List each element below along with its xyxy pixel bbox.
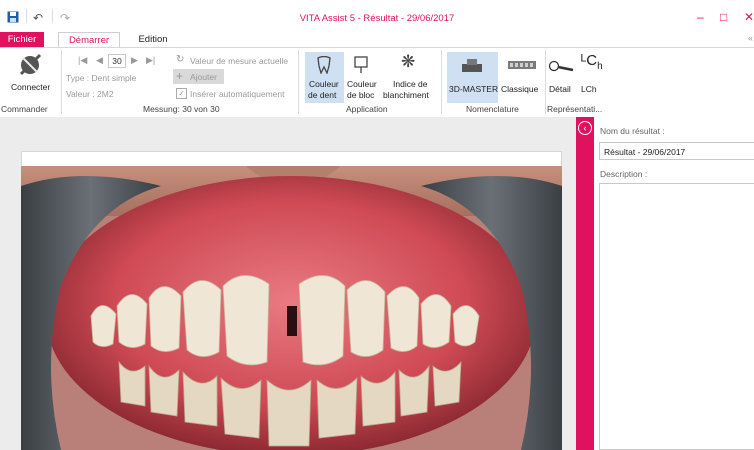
classic-guide-icon (508, 61, 536, 69)
measurement-counter[interactable]: 30 (108, 54, 126, 68)
group-label-messung: Messung: 30 von 30 (143, 104, 220, 114)
add-label: Ajouter (190, 72, 217, 82)
ribbon-separator (441, 50, 442, 114)
result-name-label: Nom du résultat : (600, 126, 665, 136)
group-label-application: Application (346, 104, 388, 114)
shade-guide-icon (462, 59, 482, 72)
window-title: VITA Assist 5 - Résultat - 29/06/2017 (299, 13, 455, 24)
group-label-commander: Commander (1, 104, 48, 114)
result-name-field[interactable]: Résultat - 29/06/2017 (599, 142, 754, 160)
maximize-button[interactable]: □ (720, 10, 727, 24)
ribbon-separator (298, 50, 299, 114)
tab-demarrer[interactable]: Démarrer (58, 32, 120, 47)
classic-button[interactable]: Classique (500, 52, 544, 103)
auto-insert-checkbox[interactable]: ✓ (176, 88, 187, 99)
whitening-index-button[interactable]: ❋ Indice de blanchiment (381, 52, 437, 103)
connect-button[interactable]: Connecter (2, 52, 58, 92)
whitening-index-label-2: blanchiment (383, 90, 429, 100)
first-icon[interactable]: |◀ (78, 55, 87, 66)
last-icon[interactable]: ▶| (146, 55, 155, 66)
dental-photo[interactable] (21, 166, 562, 450)
panel-toggle-bar (576, 117, 594, 450)
ribbon-separator (61, 50, 62, 114)
plus-icon: + (176, 69, 184, 83)
tab-edition[interactable]: Edition (130, 32, 176, 47)
group-label-representation: Représentati... (547, 104, 603, 114)
add-button[interactable]: + Ajouter (173, 69, 224, 84)
group-label-nomenclature: Nomenclature (466, 104, 519, 114)
3d-master-label: 3D-MASTER (449, 84, 499, 94)
result-name-value: Résultat - 29/06/2017 (604, 147, 686, 157)
whitening-index-label-1: Indice de (393, 79, 428, 89)
collapse-panel-icon[interactable]: ‹ (578, 121, 592, 135)
tooth-icon (317, 56, 331, 74)
tooth-shade-button[interactable]: Couleur de dent (305, 52, 344, 103)
plug-icon (19, 53, 42, 76)
auto-insert-label: Insérer automatiquement (190, 89, 285, 99)
tab-fichier[interactable]: Fichier (0, 32, 44, 47)
collapse-ribbon-icon[interactable]: « (748, 33, 753, 43)
block-shade-label-2: de bloc (347, 90, 375, 100)
detail-icon (548, 60, 574, 72)
detail-button[interactable]: Détail (546, 52, 576, 103)
block-shade-label-1: Couleur (347, 79, 377, 89)
current-measure-button[interactable]: Valeur de mesure actuelle (190, 56, 288, 66)
lch-label: LCh (581, 84, 597, 94)
block-icon (354, 56, 368, 73)
lch-button[interactable]: ᴸCh LCh (578, 52, 606, 103)
shade-value: Valeur : 2M2 (66, 89, 114, 99)
detail-label: Détail (549, 84, 571, 94)
classic-label: Classique (501, 84, 539, 94)
lch-icon: ᴸCh (581, 52, 603, 72)
dental-photo-image (21, 166, 562, 450)
previous-icon[interactable]: ◀ (96, 55, 103, 66)
3d-master-button[interactable]: 3D-MASTER (447, 52, 498, 103)
minimize-button[interactable]: – (697, 10, 704, 24)
tooth-shade-label-2: de dent (308, 90, 337, 100)
tooth-shade-label-1: Couleur (309, 79, 339, 89)
block-shade-button[interactable]: Couleur de bloc (345, 52, 377, 103)
close-button[interactable]: ✕ (744, 10, 754, 24)
refresh-icon: ↻ (176, 54, 185, 65)
description-label: Description : (600, 169, 648, 179)
connect-label: Connecter (11, 82, 51, 92)
description-field[interactable] (599, 183, 754, 450)
next-icon[interactable]: ▶ (131, 55, 138, 66)
type-value: Type : Dent simple (66, 73, 137, 83)
sparkle-icon: ❋ (401, 52, 416, 71)
